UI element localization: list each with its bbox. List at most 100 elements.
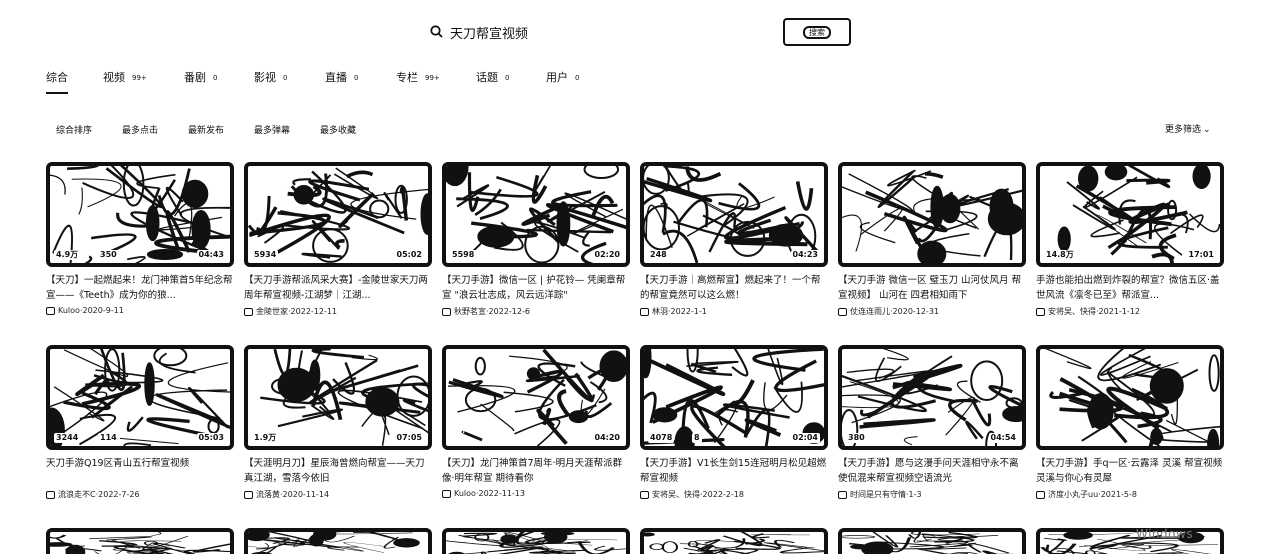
video-title[interactable]: 【天刀手游 微信一区 璧玉刀 山河仗风月 帮宣视频】 山河在 四君相知雨下	[838, 273, 1026, 303]
search-bar[interactable]: 天刀帮宣视频	[426, 18, 776, 46]
video-duration: 07:05	[394, 433, 424, 443]
uploader-name[interactable]: 流落黄	[256, 489, 280, 500]
video-duration: 02:04	[790, 433, 820, 443]
danmaku-count: 114	[98, 433, 119, 443]
sort-option[interactable]: 最多弹幕	[254, 123, 290, 136]
uploader-icon	[838, 307, 847, 316]
upload-date: 2022-11-13	[478, 489, 525, 498]
video-thumbnail[interactable]	[838, 162, 1026, 267]
video-meta: 时间是只有守情 · 1-3	[838, 489, 1026, 500]
search-input[interactable]: 天刀帮宣视频	[450, 23, 528, 42]
video-thumbnail[interactable]: 4078 8 02:04	[640, 345, 828, 450]
video-card[interactable]: 248 04:23 【天刀手游｜高燃帮宣】燃起来了！一个帮的帮宣竟然可以这么燃！ 林羽…	[640, 162, 828, 317]
video-meta: 安将吴、快得 · 2021-1-12	[1036, 306, 1224, 317]
search-button-label: 搜索	[803, 25, 831, 39]
video-thumbnail[interactable]: 4.9万 350 04:43	[46, 162, 234, 267]
video-thumbnail[interactable]: 1.9万 07:05	[244, 345, 432, 450]
video-thumbnail[interactable]: 5934 05:02	[244, 162, 432, 267]
sort-option[interactable]: 最新发布	[188, 123, 224, 136]
uploader-name[interactable]: Kuloo	[454, 489, 476, 498]
video-card[interactable]: 14.8万 17:01 手游也能拍出燃到炸裂的帮宣？微信五区·盖世风流《凛冬已至》帮…	[1036, 162, 1224, 317]
video-title[interactable]: 【天刀手游】愿与这漫手问天涯相守永不离 使侃混来帮宣视频空语流光	[838, 456, 1026, 486]
play-count: 4.9万	[54, 250, 81, 260]
video-title[interactable]: 【天刀手游｜高燃帮宣】燃起来了！一个帮的帮宣竟然可以这么燃！	[640, 273, 828, 303]
sort-option[interactable]: 最多点击	[122, 123, 158, 136]
uploader-icon	[46, 306, 55, 315]
uploader-name[interactable]: 金陵世家	[256, 306, 288, 317]
uploader-name[interactable]: 秋野茗宣	[454, 306, 486, 317]
video-card[interactable]: 【天刀手游】手q一区·云露泽 灵溪 帮宣视频 灵溪与你心有灵犀 济度小丸子uu ·…	[1036, 345, 1224, 500]
uploader-icon	[46, 490, 55, 499]
video-thumbnail[interactable]	[640, 528, 828, 554]
uploader-icon	[244, 307, 253, 316]
uploader-name[interactable]: 安将吴、快得	[652, 489, 700, 500]
video-card[interactable]: 4.9万 350 04:43 【天刀】一起燃起来！龙门神策首5年纪念帮宣——《Teet…	[46, 162, 234, 315]
more-filter-button[interactable]: 更多筛选 ⌄	[1165, 122, 1211, 135]
tab-3[interactable]: 影视 0	[254, 69, 287, 85]
video-card[interactable]: 5598 02:20 【天刀手游】微信一区 | 护花铃— 凭阑章帮宣 "浪云壮志成，…	[442, 162, 630, 317]
sort-option[interactable]: 最多收藏	[320, 123, 356, 136]
chevron-down-icon: ⌄	[1203, 125, 1211, 135]
tab-6[interactable]: 话题 0	[476, 69, 509, 85]
video-title[interactable]: 【天刀】龙门神策首7周年·明月天涯帮派群像·明年帮宣 期待看你	[442, 456, 630, 486]
uploader-icon	[1036, 490, 1045, 499]
uploader-name[interactable]: 济度小丸子uu	[1048, 489, 1098, 500]
upload-date: 2020-12-31	[892, 307, 940, 316]
upload-date: 2022-12-11	[290, 307, 338, 316]
video-thumbnail[interactable]	[46, 528, 234, 554]
video-duration: 05:02	[394, 250, 424, 260]
video-duration: 04:20	[592, 433, 622, 443]
video-card[interactable]: 04:20 【天刀】龙门神策首7周年·明月天涯帮派群像·明年帮宣 期待看你 Kulo…	[442, 345, 630, 498]
tab-2[interactable]: 番剧 0	[184, 69, 217, 85]
tab-label: 综合	[46, 71, 68, 84]
tab-4[interactable]: 直播 0	[325, 69, 358, 85]
video-title[interactable]: 天刀手游Q19区青山五行帮宣视频	[46, 456, 234, 486]
windows-watermark: Windows	[1136, 527, 1194, 541]
video-title[interactable]: 【天刀手游帮派风采大赛】-金陵世家天刀两周年帮宣视频-江湖梦｜江湖...	[244, 273, 432, 303]
video-thumbnail[interactable]: 04:20	[442, 345, 630, 450]
tab-7[interactable]: 用户 0	[546, 69, 579, 85]
video-thumbnail[interactable]	[1036, 345, 1224, 450]
video-thumbnail[interactable]: 380 04:54	[838, 345, 1026, 450]
video-title[interactable]: 【天刀手游】微信一区 | 护花铃— 凭阑章帮宣 "浪云壮志成，风云远洋踪"	[442, 273, 630, 303]
tab-1[interactable]: 视频 99+	[103, 69, 147, 85]
uploader-name[interactable]: 流浪走不C	[58, 489, 96, 500]
video-title[interactable]: 【天刀】一起燃起来！龙门神策首5年纪念帮宣——《Teeth》成为你的狼...	[46, 273, 234, 303]
video-title[interactable]: 【天涯明月刀】星辰海曾燃向帮宣——天刀真江湖，雪落今依旧	[244, 456, 432, 486]
video-meta: 林羽 · 2022-1-1	[640, 306, 828, 317]
video-thumbnail[interactable]	[1036, 528, 1224, 554]
video-thumbnail[interactable]	[244, 528, 432, 554]
video-card[interactable]: 4078 8 02:04 【天刀手游】V1长生剑15连冠明月松见超燃帮宣视频安将吴、快…	[640, 345, 828, 500]
search-button[interactable]: 搜索	[783, 18, 851, 46]
video-thumbnail[interactable]: 3244 114 05:03	[46, 345, 234, 450]
video-card[interactable]: 3244 114 05:03 天刀手游Q19区青山五行帮宣视频 流浪走不C · 2022…	[46, 345, 234, 500]
video-title[interactable]: 【天刀手游】V1长生剑15连冠明月松见超燃帮宣视频	[640, 456, 828, 486]
video-thumbnail[interactable]	[838, 528, 1026, 554]
tab-0[interactable]: 综合	[46, 69, 68, 85]
uploader-name[interactable]: 时间是只有守情	[850, 489, 906, 500]
video-card[interactable]: 5934 05:02 【天刀手游帮派风采大赛】-金陵世家天刀两周年帮宣视频-江湖梦｜…	[244, 162, 432, 317]
uploader-name[interactable]: 仗连连雨儿	[850, 306, 890, 317]
tab-label: 用户	[546, 71, 568, 84]
video-thumbnail[interactable]: 248 04:23	[640, 162, 828, 267]
uploader-icon	[640, 490, 649, 499]
upload-date: 2021-1-12	[1098, 307, 1140, 316]
video-title[interactable]: 手游也能拍出燃到炸裂的帮宣？微信五区·盖世风流《凛冬已至》帮派宣...	[1036, 273, 1224, 303]
tab-count: 0	[354, 74, 359, 82]
video-thumbnail[interactable]: 5598 02:20	[442, 162, 630, 267]
video-card[interactable]: 1.9万 07:05 【天涯明月刀】星辰海曾燃向帮宣——天刀真江湖，雪落今依旧流落黄…	[244, 345, 432, 500]
video-card[interactable]: 【天刀手游 微信一区 璧玉刀 山河仗风月 帮宣视频】 山河在 四君相知雨下仗连连…	[838, 162, 1026, 317]
video-duration: 04:23	[790, 250, 820, 260]
sort-option[interactable]: 综合排序	[56, 123, 92, 136]
video-meta: 流落黄 · 2020-11-14	[244, 489, 432, 500]
video-card[interactable]: 380 04:54 【天刀手游】愿与这漫手问天涯相守永不离 使侃混来帮宣视频空语流光…	[838, 345, 1026, 500]
more-filter-label: 更多筛选	[1165, 125, 1202, 135]
tab-label: 番剧	[184, 71, 206, 84]
tab-5[interactable]: 专栏 99+	[396, 69, 440, 85]
uploader-name[interactable]: 林羽	[652, 306, 668, 317]
uploader-name[interactable]: Kuloo	[58, 306, 80, 315]
video-title[interactable]: 【天刀手游】手q一区·云露泽 灵溪 帮宣视频 灵溪与你心有灵犀	[1036, 456, 1224, 486]
uploader-name[interactable]: 安将吴、快得	[1048, 306, 1096, 317]
video-thumbnail[interactable]: 14.8万 17:01	[1036, 162, 1224, 267]
video-thumbnail[interactable]	[442, 528, 630, 554]
